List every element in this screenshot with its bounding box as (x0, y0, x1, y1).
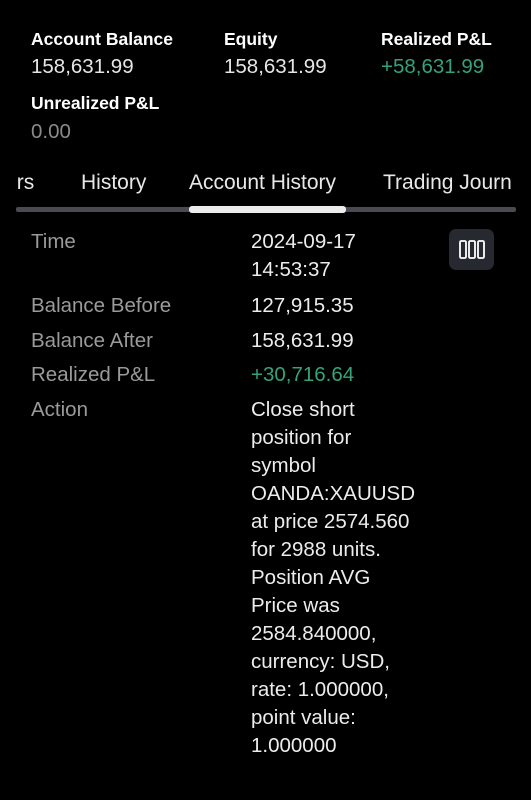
tab-account-history[interactable]: Account History (189, 170, 336, 196)
tab-orders[interactable]: Orders (16, 170, 34, 196)
unrealized-pnl-value: 0.00 (31, 120, 71, 143)
tab-bar: Orders History Account History Trading J… (16, 160, 516, 214)
unrealized-pnl-label: Unrealized P&L (31, 93, 160, 113)
tab-orders-label: ers (16, 171, 35, 194)
realized-pnl-stat: Realized P&L +58,631.99 (381, 28, 492, 80)
account-balance-label: Account Balance (31, 29, 173, 49)
equity-stat: Equity 158,631.99 (224, 28, 327, 80)
columns-icon (458, 240, 485, 259)
time-clock: 14:53:37 (251, 258, 331, 281)
columns-button[interactable] (449, 229, 494, 270)
tab-history[interactable]: History (81, 170, 146, 196)
action-label: Action (31, 398, 88, 421)
unrealized-pnl-stat: Unrealized P&L 0.00 (31, 92, 159, 145)
realized-pnl-label: Realized P&L (381, 29, 492, 49)
account-summary: Account Balance 158,631.99 Equity 158,63… (0, 0, 531, 150)
balance-before-label: Balance Before (31, 294, 172, 317)
time-date: 2024-09-17 (251, 230, 356, 253)
equity-label: Equity (224, 29, 278, 49)
balance-before-value: 127,915.35 (251, 294, 354, 317)
equity-value: 158,631.99 (224, 55, 327, 78)
balance-after-label: Balance After (31, 329, 153, 352)
balance-after-value: 158,631.99 (251, 329, 354, 352)
time-value: 2024-09-17 14:53:37 (251, 228, 421, 284)
time-label: Time (31, 230, 76, 253)
account-balance-stat: Account Balance 158,631.99 (31, 28, 173, 80)
realized-pnl-value: +58,631.99 (381, 55, 485, 78)
account-balance-value: 158,631.99 (31, 55, 134, 78)
realized-pnl-row-label: Realized P&L (31, 363, 156, 386)
action-value: Close short position for symbol OANDA:XA… (251, 398, 416, 757)
realized-pnl-row-value: +30,716.64 (251, 363, 355, 386)
active-tab-indicator (189, 206, 346, 213)
tab-trading-journal[interactable]: Trading Journ (383, 170, 512, 196)
